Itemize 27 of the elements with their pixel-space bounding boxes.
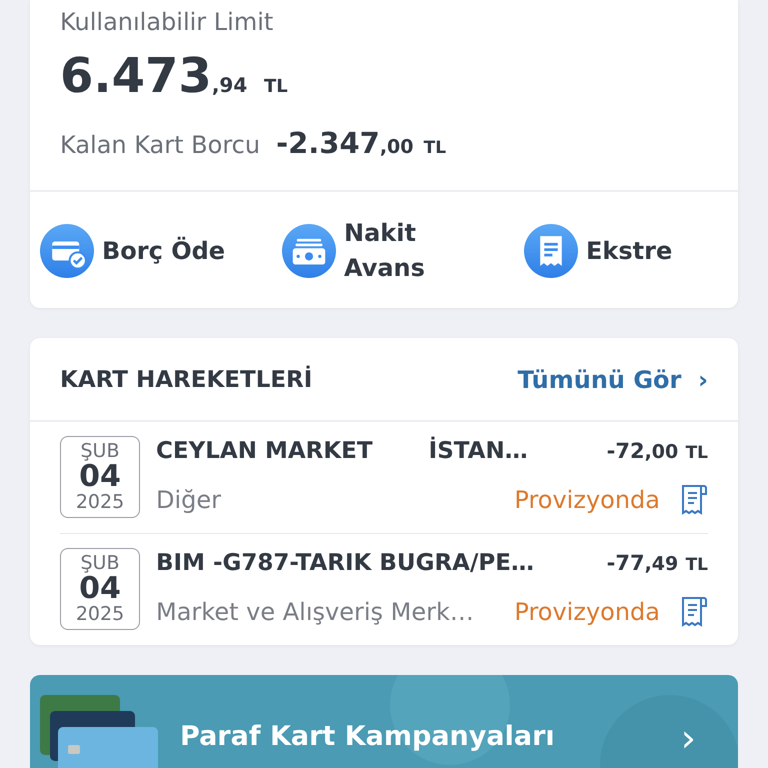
merchant-name: CEYLAN MARKET İSTAN… (156, 438, 528, 464)
action-button[interactable]: Ekstre (524, 216, 672, 286)
chevron-icon: › (680, 721, 696, 755)
status-text: Provizyonda (514, 486, 660, 514)
debt-amount: -2.347,00 TL (276, 126, 446, 160)
banknote-icon (282, 224, 336, 278)
date-box: ŞUB 04 2025 (60, 436, 140, 518)
merchant-name: BIM -G787-TARIK BUGRA/PE… (156, 550, 534, 576)
available-limit: 6.473,94 TL (60, 48, 288, 104)
limit-label: Kullanılabilir Limit (60, 8, 274, 36)
action-button[interactable]: Borç Öde (40, 216, 226, 286)
see-all-link[interactable]: Tümünü Gör › (518, 366, 708, 394)
transaction-amount: -72,00 TL (606, 439, 708, 463)
action-button[interactable]: Nakit Avans (282, 216, 434, 286)
debt-label: Kalan Kart Borcu (60, 131, 260, 159)
receipt-icon[interactable] (680, 596, 708, 628)
campaign-banner[interactable]: Paraf Kart Kampanyaları › (30, 675, 738, 768)
banner-title: Paraf Kart Kampanyaları (180, 721, 555, 752)
category-text: Market ve Alışveriş Merk… (156, 598, 474, 626)
transaction-amount: -77,49 TL (606, 551, 708, 575)
receipt-icon[interactable] (680, 484, 708, 516)
status-text: Provizyonda (514, 598, 660, 626)
date-box: ŞUB 04 2025 (60, 548, 140, 630)
category-text: Diğer (156, 486, 222, 514)
receipt-icon (524, 224, 578, 278)
section-title: KART HAREKETLERİ (60, 367, 312, 393)
card-check-icon (40, 224, 94, 278)
